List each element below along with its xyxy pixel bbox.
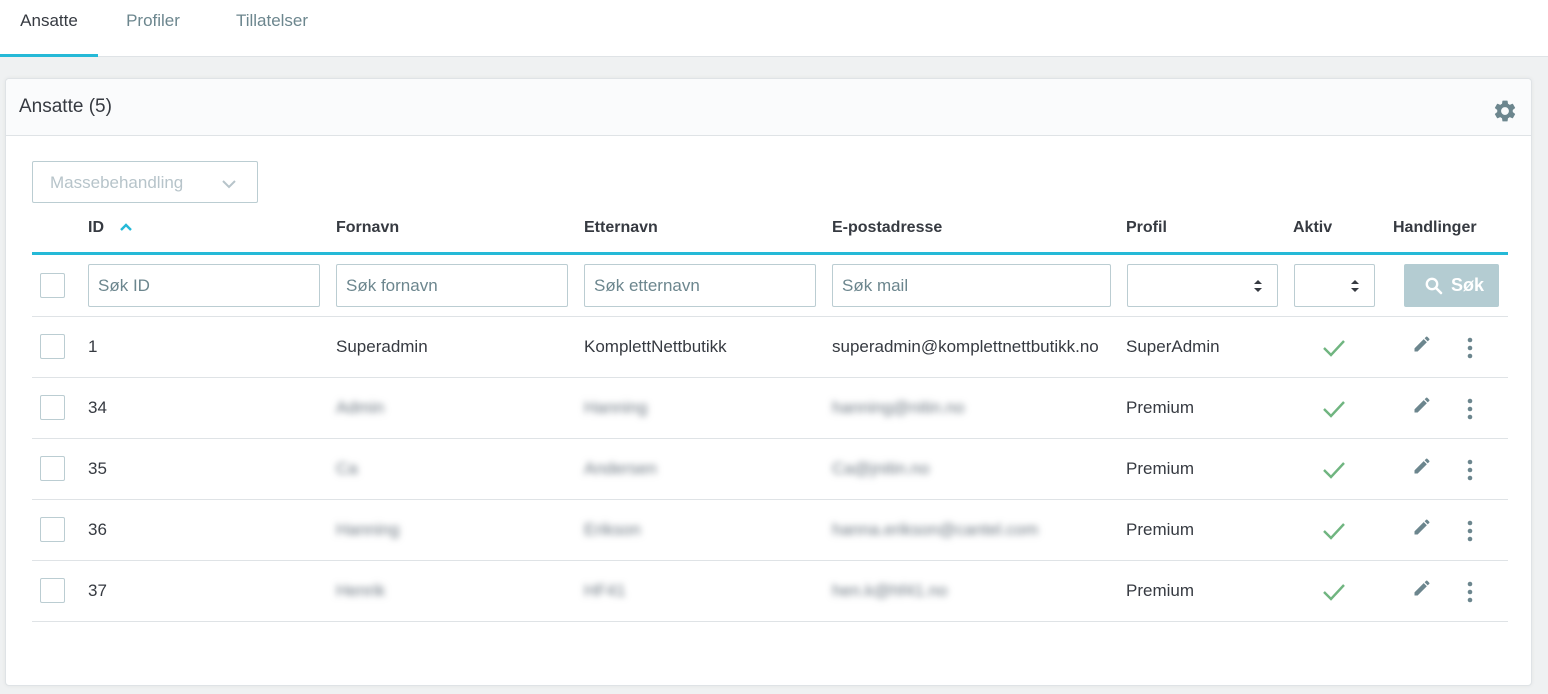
search-button[interactable]: Søk — [1404, 264, 1499, 307]
check-icon[interactable] — [1322, 521, 1346, 541]
chevron-down-icon — [222, 180, 236, 189]
row-divider — [32, 499, 1508, 500]
cell-lastname: KomplettNettbutikk — [584, 337, 727, 356]
column-header-id[interactable]: ID — [88, 219, 104, 237]
active-filter-select[interactable] — [1294, 264, 1375, 307]
row-checkbox[interactable] — [40, 517, 65, 542]
select-arrows-icon — [1351, 280, 1359, 292]
card-header: Ansatte (5) — [6, 79, 1531, 136]
cell-email: hanning@nitin.no — [832, 398, 965, 417]
search-email-input[interactable] — [832, 264, 1111, 307]
row-checkbox[interactable] — [40, 395, 65, 420]
tab-profiles[interactable]: Profiler — [112, 0, 194, 57]
cell-lastname: Hanning — [584, 398, 648, 417]
card-title: Ansatte (5) — [19, 96, 112, 117]
bulk-actions-label: Massebehandling — [50, 173, 184, 192]
kebab-icon[interactable] — [1467, 459, 1473, 481]
cell-email: superadmin@komplettnettbutikk.no — [832, 337, 1099, 356]
row-checkbox[interactable] — [40, 578, 65, 603]
column-header-firstname[interactable]: Fornavn — [336, 219, 399, 237]
pencil-icon[interactable] — [1412, 334, 1432, 354]
check-icon[interactable] — [1322, 582, 1346, 602]
cell-lastname: HF41 — [584, 581, 626, 600]
column-header-profile[interactable]: Profil — [1126, 219, 1167, 237]
row-divider — [32, 621, 1508, 622]
sort-asc-icon[interactable] — [119, 221, 133, 233]
cell-firstname: Hanning — [336, 520, 400, 539]
row-divider — [32, 438, 1508, 439]
kebab-icon[interactable] — [1467, 398, 1473, 420]
column-header-actions: Handlinger — [1393, 219, 1477, 236]
cell-email: Ca@jnitin.no — [832, 459, 930, 478]
pencil-icon[interactable] — [1412, 517, 1432, 537]
search-lastname-input[interactable] — [584, 264, 816, 307]
cell-profile: Premium — [1126, 520, 1195, 539]
employees-card: Ansatte (5) Massebehandling ID Fornavn E… — [5, 78, 1532, 686]
cell-id: 36 — [88, 520, 107, 539]
kebab-icon[interactable] — [1467, 337, 1473, 359]
column-header-lastname[interactable]: Etternavn — [584, 219, 658, 237]
cell-firstname: Henrik — [336, 581, 386, 600]
select-arrows-icon — [1254, 280, 1262, 292]
cell-profile: SuperAdmin — [1126, 337, 1220, 356]
bulk-actions-dropdown[interactable]: Massebehandling — [32, 161, 258, 203]
cell-id: 1 — [88, 337, 98, 356]
select-all-checkbox[interactable] — [40, 273, 65, 298]
cell-lastname: Andersen — [584, 459, 657, 478]
profile-filter-select[interactable] — [1127, 264, 1278, 307]
cell-profile: Premium — [1126, 398, 1195, 417]
cell-profile: Premium — [1126, 459, 1195, 478]
kebab-icon[interactable] — [1467, 581, 1473, 603]
search-icon — [1425, 277, 1443, 295]
cell-email: hanna.erikson@cantel.com — [832, 520, 1039, 539]
cell-email: hen.k@hf41.no — [832, 581, 948, 600]
column-header-active[interactable]: Aktiv — [1293, 219, 1332, 237]
pencil-icon[interactable] — [1412, 456, 1432, 476]
row-divider — [32, 316, 1508, 317]
check-icon[interactable] — [1322, 460, 1346, 480]
kebab-icon[interactable] — [1467, 520, 1473, 542]
cell-id: 37 — [88, 581, 107, 600]
row-divider — [32, 377, 1508, 378]
tab-permissions[interactable]: Tillatelser — [222, 0, 322, 57]
cell-firstname: Admin — [336, 398, 385, 417]
cell-firstname: Ca — [336, 459, 358, 478]
gear-icon[interactable] — [1492, 98, 1518, 124]
search-button-label: Søk — [1451, 275, 1485, 295]
cell-firstname: Superadmin — [336, 337, 428, 356]
column-header-email[interactable]: E-postadresse — [832, 219, 942, 237]
header-divider — [32, 252, 1508, 255]
cell-id: 35 — [88, 459, 107, 478]
cell-lastname: Erikson — [584, 520, 641, 539]
check-icon[interactable] — [1322, 338, 1346, 358]
search-firstname-input[interactable] — [336, 264, 568, 307]
tab-bar: Ansatte Profiler Tillatelser — [0, 0, 1548, 57]
row-divider — [32, 560, 1508, 561]
cell-id: 34 — [88, 398, 107, 417]
search-id-input[interactable] — [88, 264, 320, 307]
tab-employees[interactable]: Ansatte — [0, 0, 98, 57]
pencil-icon[interactable] — [1412, 578, 1432, 598]
pencil-icon[interactable] — [1412, 395, 1432, 415]
check-icon[interactable] — [1322, 399, 1346, 419]
cell-profile: Premium — [1126, 581, 1195, 600]
row-checkbox[interactable] — [40, 334, 65, 359]
row-checkbox[interactable] — [40, 456, 65, 481]
